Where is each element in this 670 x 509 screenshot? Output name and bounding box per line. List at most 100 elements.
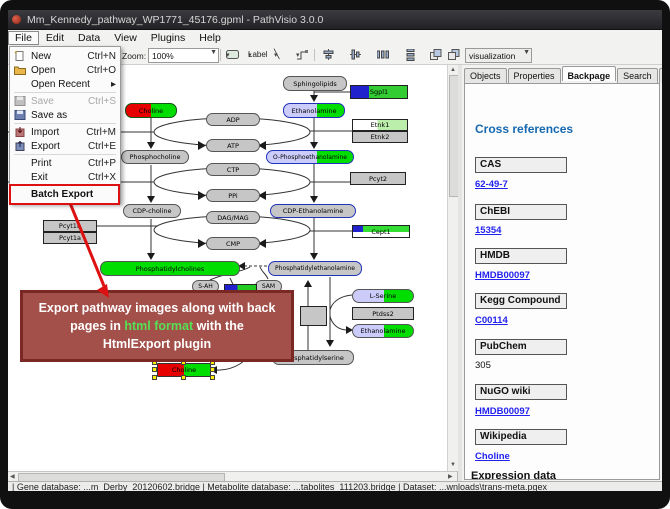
submenu-arrow-icon: ▸ — [111, 79, 116, 90]
file-menu-open[interactable]: OpenCtrl+O — [10, 63, 120, 77]
import-icon — [14, 127, 26, 137]
gene-etnk2[interactable]: Etnk2 — [352, 131, 408, 143]
align-center-icon — [323, 49, 334, 60]
xref-section-cas: CAS — [475, 157, 567, 173]
node-cdp-choline[interactable]: CDP-choline — [123, 204, 181, 218]
menu-plugins[interactable]: Plugins — [144, 31, 192, 45]
menu-data[interactable]: Data — [71, 31, 107, 45]
export-icon — [14, 141, 26, 151]
align-middle-icon — [350, 49, 361, 60]
gene-sgpl1[interactable]: Sgpl1 — [350, 85, 408, 99]
open-folder-icon — [14, 65, 26, 75]
selection-handle[interactable] — [152, 375, 157, 380]
tab-properties[interactable]: Properties — [508, 68, 561, 83]
pathvisio-window: Mm_Kennedy_pathway_WP1771_45176.gpml - P… — [8, 10, 662, 491]
app-icon — [12, 15, 21, 24]
gene-pcyt1a[interactable]: Pcyt1a — [43, 232, 97, 244]
file-menu-export[interactable]: ExportCtrl+E — [10, 139, 120, 153]
node-cmp[interactable]: CMP — [206, 237, 260, 250]
xref-section-nugo: NuGO wiki — [475, 384, 567, 400]
xref-link-kegg[interactable]: C00114 — [475, 315, 508, 326]
file-menu-open-recent[interactable]: Open Recent▸ — [10, 77, 120, 91]
node-sphingolipids[interactable]: Sphingolipids — [283, 76, 347, 91]
status-bar: | Gene database: ...m_Derby_20120602.bri… — [8, 481, 662, 491]
xref-link-nugo[interactable]: HMDB00097 — [475, 406, 530, 417]
menu-separator — [14, 123, 116, 124]
side-panel-tabs: Objects Properties Backpage Search Legen… — [464, 68, 662, 83]
tab-legend[interactable]: Legend — [659, 68, 662, 83]
node-dag[interactable]: DAG/MAG — [206, 211, 260, 224]
gene-pcyt1b[interactable]: Pcyt1b — [43, 220, 97, 232]
side-panel: Objects Properties Backpage Search Legen… — [462, 65, 662, 481]
gene-cept1[interactable]: Cept1 — [352, 225, 410, 238]
menu-separator — [14, 92, 116, 93]
tab-objects[interactable]: Objects — [464, 68, 507, 83]
xref-link-chebi[interactable]: 15354 — [475, 225, 501, 236]
tab-backpage[interactable]: Backpage — [562, 66, 617, 81]
menu-view[interactable]: View — [107, 31, 144, 45]
chevron-down-icon: ▼ — [523, 49, 530, 56]
zoom-select[interactable]: 100%▼ — [148, 48, 219, 63]
xref-link-hmdb[interactable]: HMDB00097 — [475, 270, 530, 281]
selection-handle[interactable] — [210, 375, 215, 380]
title-bar: Mm_Kennedy_pathway_WP1771_45176.gpml - P… — [8, 10, 662, 30]
node-l-serine[interactable]: L-Serine — [352, 289, 414, 303]
distribute-horizontal-icon — [377, 49, 389, 60]
xref-link-cas[interactable]: 62-49-7 — [475, 179, 508, 190]
gene-etnk1[interactable]: Etnk1 — [352, 119, 408, 131]
gene-box-hidden-label[interactable] — [300, 306, 327, 326]
node-ppi[interactable]: PPi — [206, 189, 260, 202]
backpage-content: Cross references CAS 62-49-7 ChEBI 15354… — [464, 83, 660, 480]
gene-ptdss2[interactable]: Ptdss2 — [352, 307, 414, 320]
send-to-back-icon — [448, 49, 460, 60]
xref-section-hmdb: HMDB — [475, 248, 567, 264]
xref-section-pubchem: PubChem — [475, 339, 567, 355]
node-ethanolamine-bottom[interactable]: Ethanolamine — [352, 324, 414, 338]
selection-handle[interactable] — [210, 367, 215, 372]
save-disk-icon — [14, 96, 26, 106]
file-menu-dropdown: NewCtrl+N OpenCtrl+O Open Recent▸ SaveCt… — [9, 46, 121, 204]
batch-export-highlight-box — [9, 184, 120, 205]
node-phosphatidylethanolamine[interactable]: Phosphatidylethanolamine — [268, 261, 362, 276]
tab-search[interactable]: Search — [617, 68, 658, 83]
node-ethanolamine-top[interactable]: Ethanolamine — [283, 103, 345, 118]
annotation-line1: Export pathway images along with back — [39, 299, 276, 317]
file-menu-exit[interactable]: ExitCtrl+X — [10, 170, 120, 184]
canvas-vertical-scrollbar[interactable]: ▲ ▼ — [447, 65, 458, 471]
bring-to-front-icon — [430, 49, 442, 60]
scroll-down-icon[interactable]: ▼ — [450, 461, 456, 470]
visualization-select[interactable]: visualization▼ — [465, 48, 532, 63]
xref-section-kegg: Kegg Compound — [475, 293, 567, 309]
menu-bar: File Edit Data View Plugins Help — [8, 30, 662, 47]
file-menu-new[interactable]: NewCtrl+N — [10, 49, 120, 63]
scroll-up-icon[interactable]: ▲ — [450, 66, 456, 75]
node-atp[interactable]: ATP — [206, 139, 260, 152]
node-cdp-ethanolamine[interactable]: CDP-Ethanolamine — [270, 204, 356, 218]
screenshot-frame: Mm_Kennedy_pathway_WP1771_45176.gpml - P… — [0, 0, 670, 509]
menu-edit[interactable]: Edit — [39, 31, 71, 45]
file-menu-import[interactable]: ImportCtrl+M — [10, 125, 120, 139]
node-phosphatidylcholines[interactable]: Phosphatidylcholines — [100, 261, 240, 276]
node-choline-top[interactable]: Choline — [125, 103, 177, 118]
node-ctp[interactable]: CTP — [206, 163, 260, 176]
chevron-down-icon: ▾ — [274, 51, 278, 59]
zoom-label: Zoom: — [122, 51, 146, 61]
file-menu-print[interactable]: PrintCtrl+P — [10, 156, 120, 170]
new-document-icon — [14, 51, 26, 61]
menu-help[interactable]: Help — [192, 31, 228, 45]
xref-link-wikipedia[interactable]: Choline — [475, 451, 510, 462]
selection-handle[interactable] — [181, 375, 186, 380]
node-phosphocholine[interactable]: Phosphocholine — [121, 150, 189, 164]
xref-value-pubchem: 305 — [475, 360, 491, 371]
node-adp[interactable]: ADP — [206, 113, 260, 126]
selection-handle[interactable] — [152, 367, 157, 372]
node-o-phosphoethanolamine[interactable]: O-Phosphoethanolamine — [266, 150, 354, 164]
menu-file[interactable]: File — [8, 31, 39, 45]
gene-pcyt2[interactable]: Pcyt2 — [350, 172, 406, 185]
annotation-highlight: html format — [124, 319, 193, 333]
file-menu-save-as[interactable]: Save as — [10, 108, 120, 122]
file-menu-save[interactable]: SaveCtrl+S — [10, 94, 120, 108]
chevron-down-icon: ▾ — [248, 51, 252, 59]
chevron-down-icon: ▼ — [210, 49, 217, 56]
chevron-down-icon: ▾ — [226, 51, 230, 59]
